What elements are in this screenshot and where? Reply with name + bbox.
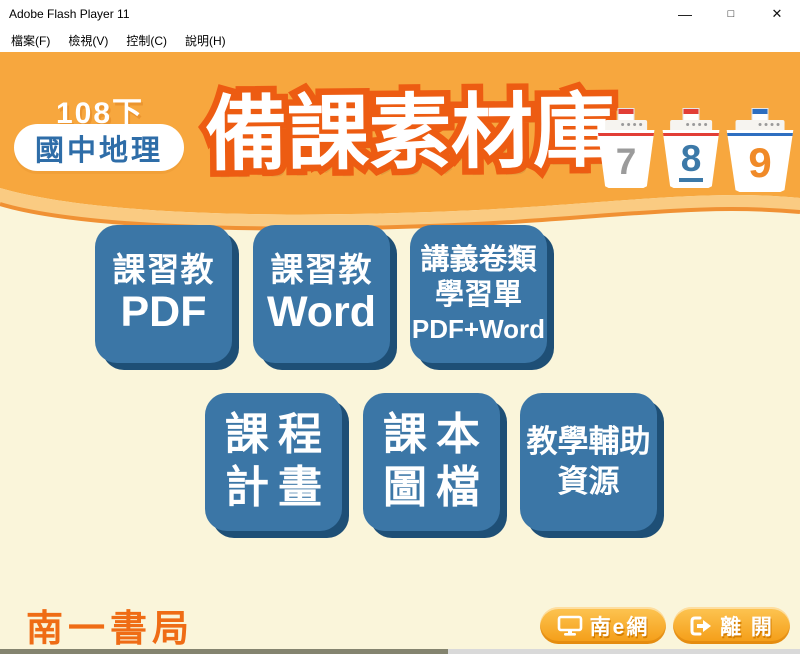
button-textbook-images[interactable]: 課本 圖檔	[363, 393, 500, 531]
button-label-line: 講義卷類	[420, 243, 536, 278]
button-label-line: Word	[267, 289, 376, 336]
boat-stripe	[726, 133, 794, 136]
button-curriculum-plan[interactable]: 課程 計畫	[205, 393, 342, 531]
flash-stage: 108下 國中地理 備課素材庫 備課素材庫 7 8	[0, 52, 800, 654]
button-label-line: 資源	[558, 462, 620, 502]
grade-8-boat[interactable]: 8	[662, 104, 720, 190]
close-icon[interactable]: ✕	[754, 0, 800, 28]
page-title-fill: 備課素材庫	[205, 86, 616, 181]
menu-bar: 檔案(F) 檢視(V) 控制(C) 說明(H)	[0, 28, 800, 52]
monitor-icon	[557, 615, 583, 637]
button-label-line: 圖檔	[374, 462, 489, 515]
button-label-line: 課習教	[271, 251, 373, 289]
button-label-line: 教學輔助	[527, 422, 651, 462]
button-label-line: 課本	[374, 409, 489, 462]
flash-player-window: Adobe Flash Player 11 — □ ✕ 檔案(F) 檢視(V) …	[0, 0, 800, 654]
boat-deck-icon	[736, 120, 785, 130]
grade-7-number[interactable]: 7	[616, 143, 637, 180]
grade-8-number-selected[interactable]: 8	[679, 140, 704, 182]
button-label-line: 計畫	[216, 462, 331, 515]
bottom-edge-light	[448, 649, 800, 654]
menu-help[interactable]: 說明(H)	[176, 29, 235, 52]
window-bottom-edge	[0, 649, 800, 654]
boat-portholes	[704, 123, 707, 126]
button-label-line: 課程	[216, 409, 331, 462]
grade-9-number[interactable]: 9	[748, 142, 771, 184]
button-handouts-worksheets[interactable]: 講義卷類 學習單 PDF+Word	[410, 225, 547, 363]
boat-deck-icon	[605, 120, 647, 130]
boat-stripe	[662, 133, 720, 136]
nan-e-web-label: 南e網	[590, 611, 650, 641]
exit-label: 離 開	[720, 611, 774, 641]
grade-boat-selector: 7 8 9	[592, 104, 800, 190]
button-course-materials-word[interactable]: 課習教 Word	[253, 225, 390, 363]
button-label-line: 課習教	[113, 251, 215, 289]
window-titlebar: Adobe Flash Player 11 — □ ✕	[0, 0, 800, 28]
subject-badge: 國中地理	[14, 124, 184, 171]
boat-stripe	[597, 133, 655, 136]
bottom-edge-dark	[0, 649, 448, 654]
window-controls: — □ ✕	[662, 0, 800, 28]
menu-file[interactable]: 檔案(F)	[2, 29, 59, 52]
menu-control[interactable]: 控制(C)	[117, 29, 176, 52]
button-teaching-aids[interactable]: 教學輔助 資源	[520, 393, 657, 531]
page-title: 備課素材庫 備課素材庫	[204, 64, 605, 186]
boat-portholes	[639, 123, 642, 126]
exit-icon	[689, 616, 713, 636]
boat-hull-icon: 8	[662, 130, 720, 188]
minimize-icon[interactable]: —	[662, 0, 708, 28]
boat-hull-icon: 7	[597, 130, 655, 188]
button-label-line: PDF+Word	[412, 313, 545, 346]
boat-deck-icon	[670, 120, 712, 130]
maximize-icon[interactable]: □	[708, 0, 754, 28]
button-label-line: 學習單	[435, 278, 522, 313]
grade-9-boat[interactable]: 9	[726, 104, 794, 190]
boat-portholes	[776, 123, 779, 126]
publisher-logo: 南一書局	[26, 598, 194, 652]
button-label-line: PDF	[121, 289, 207, 336]
exit-button[interactable]: 離 開	[673, 607, 790, 644]
boat-hull-icon: 9	[726, 130, 794, 192]
grade-7-boat[interactable]: 7	[597, 104, 655, 190]
menu-view[interactable]: 檢視(V)	[59, 29, 117, 52]
button-course-materials-pdf[interactable]: 課習教 PDF	[95, 225, 232, 363]
window-title: Adobe Flash Player 11	[0, 7, 662, 21]
nan-e-web-button[interactable]: 南e網	[540, 607, 666, 644]
